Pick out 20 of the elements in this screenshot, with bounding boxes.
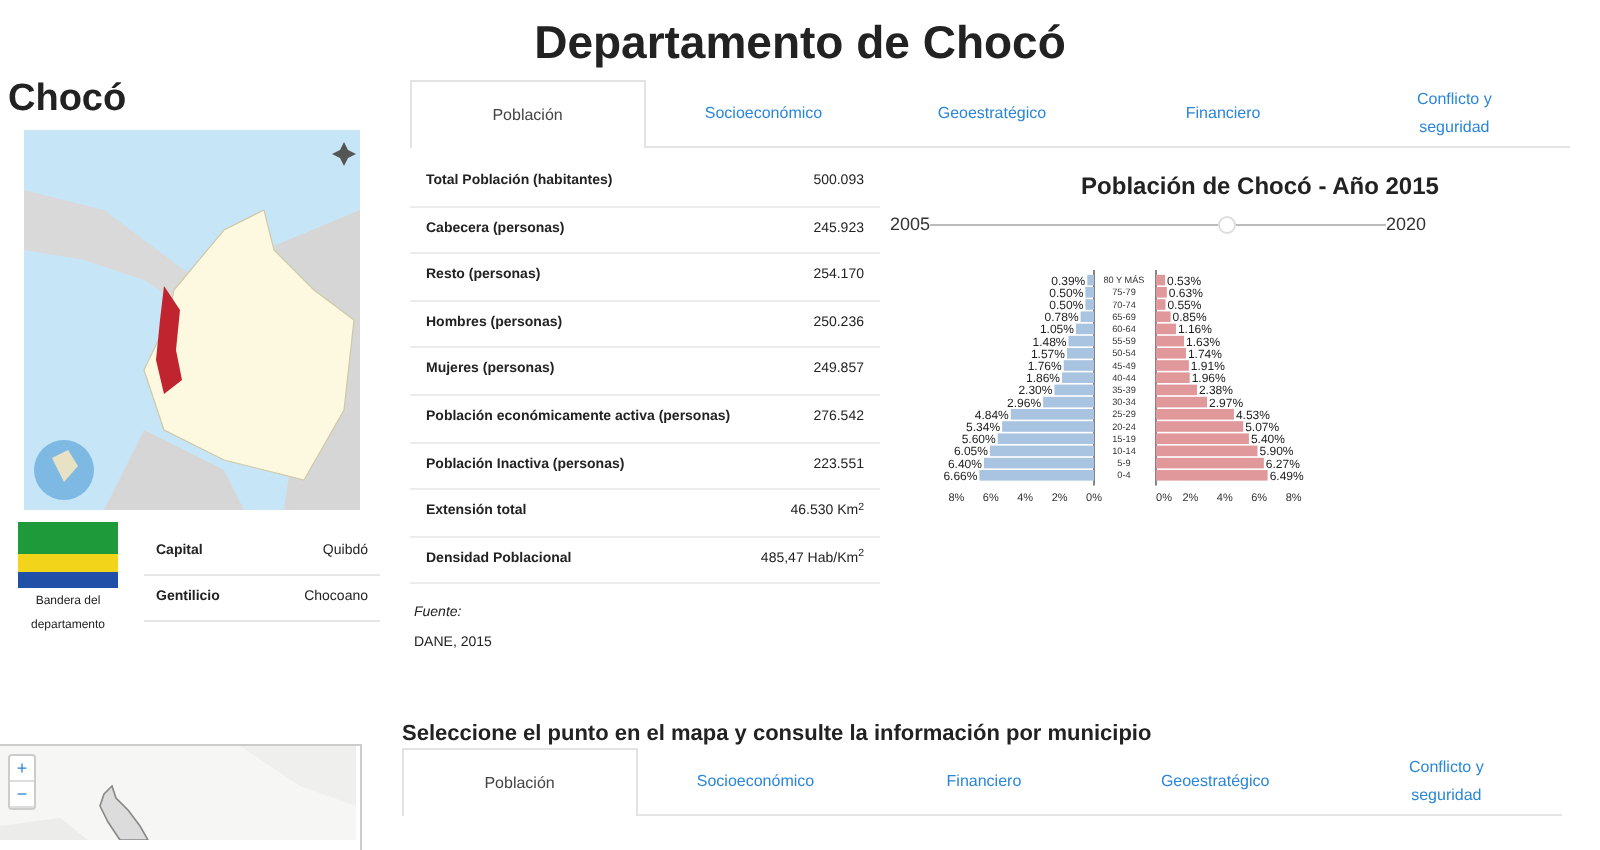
- zoom-button[interactable]: +: [10, 756, 34, 782]
- chart-title: Población de Chocó - Año 2015: [1079, 170, 1441, 204]
- slider-thumb[interactable]: [1218, 216, 1237, 235]
- section-heading: Seleccione el punto en el mapa y consulte la información por municipio: [402, 720, 1154, 748]
- slider-min-label: 2005: [890, 212, 931, 238]
- tab[interactable]: Financiero: [868, 750, 1100, 814]
- tab[interactable]: Población: [410, 80, 646, 148]
- tab[interactable]: Socioeconómico: [645, 82, 877, 146]
- tab[interactable]: Conflicto y seguridad: [1338, 82, 1570, 146]
- tab[interactable]: Geoestratégico: [876, 82, 1108, 146]
- tab[interactable]: Conflicto y seguridad: [1330, 750, 1562, 814]
- zoom-button[interactable]: −: [10, 782, 34, 808]
- tab[interactable]: Socioeconómico: [637, 750, 869, 814]
- department-title: Chocó: [6, 78, 129, 122]
- slider-max-label: 2020: [1386, 212, 1427, 238]
- flag-drawing: [18, 522, 118, 588]
- page-title: Departamento de Chocó: [532, 14, 1068, 72]
- tab[interactable]: Población: [402, 748, 638, 816]
- tab[interactable]: Financiero: [1107, 82, 1339, 146]
- tab[interactable]: Geoestratégico: [1099, 750, 1331, 814]
